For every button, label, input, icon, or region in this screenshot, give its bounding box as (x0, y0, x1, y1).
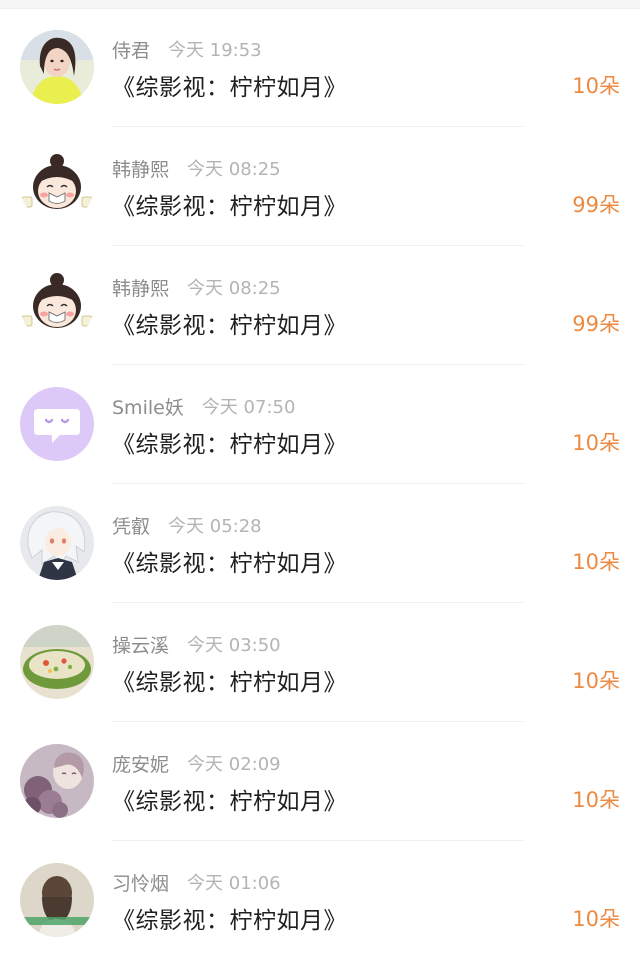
user-name[interactable]: Smile妖 (112, 393, 184, 420)
list-item[interactable]: Smile妖 今天 07:50 《综影视：柠柠如月》 10朵 (0, 365, 640, 484)
cartoon-girl-avatar-icon[interactable] (20, 149, 94, 223)
list-item[interactable]: 庞安妮 今天 02:09 《综影视：柠柠如月》 10朵 (0, 722, 640, 841)
user-name[interactable]: 韩静熙 (112, 155, 169, 182)
flower-count: 10朵 (572, 788, 620, 812)
girl-back-avatar-icon[interactable] (20, 863, 94, 937)
record-time: 今天 02:09 (187, 754, 281, 775)
flower-count: 99朵 (572, 193, 620, 217)
record-meta: 凭叡 今天 05:28 (112, 512, 262, 538)
gift-record-list: 侍君 今天 19:53 《综影视：柠柠如月》 10朵 韩静熙 今天 08:25 … (0, 8, 640, 960)
record-time: 今天 19:53 (168, 40, 262, 61)
anime-character-avatar-icon[interactable] (20, 506, 94, 580)
flower-count: 10朵 (572, 669, 620, 693)
user-name[interactable]: 庞安妮 (112, 750, 169, 777)
record-time: 今天 08:25 (187, 278, 281, 299)
food-dish-avatar-icon[interactable] (20, 625, 94, 699)
record-time: 今天 08:25 (187, 159, 281, 180)
record-time: 今天 03:50 (187, 635, 281, 656)
record-time: 今天 01:06 (187, 873, 281, 894)
list-item[interactable]: 习怜烟 今天 01:06 《综影视：柠柠如月》 10朵 (0, 841, 640, 960)
list-item[interactable]: 操云溪 今天 03:50 《综影视：柠柠如月》 10朵 (0, 603, 640, 722)
book-title[interactable]: 《综影视：柠柠如月》 (112, 187, 347, 221)
record-meta: 侍君 今天 19:53 (112, 36, 262, 62)
user-name[interactable]: 韩静熙 (112, 274, 169, 301)
list-item[interactable]: 侍君 今天 19:53 《综影视：柠柠如月》 10朵 (0, 8, 640, 127)
flowers-photo-avatar-icon[interactable] (20, 744, 94, 818)
record-meta: 庞安妮 今天 02:09 (112, 750, 281, 776)
cartoon-girl-avatar-icon[interactable] (20, 268, 94, 342)
list-item[interactable]: 韩静熙 今天 08:25 《综影视：柠柠如月》 99朵 (0, 127, 640, 246)
book-title[interactable]: 《综影视：柠柠如月》 (112, 663, 347, 697)
record-meta: 操云溪 今天 03:50 (112, 631, 281, 657)
flower-count: 10朵 (572, 74, 620, 98)
record-meta: 韩静熙 今天 08:25 (112, 274, 281, 300)
user-name[interactable]: 侍君 (112, 36, 150, 63)
record-meta: 韩静熙 今天 08:25 (112, 155, 281, 181)
list-item[interactable]: 凭叡 今天 05:28 《综影视：柠柠如月》 10朵 (0, 484, 640, 603)
flower-count: 99朵 (572, 312, 620, 336)
chat-bubble-avatar-icon[interactable] (20, 387, 94, 461)
record-time: 今天 05:28 (168, 516, 262, 537)
book-title[interactable]: 《综影视：柠柠如月》 (112, 782, 347, 816)
book-title[interactable]: 《综影视：柠柠如月》 (112, 425, 347, 459)
girl-photo-avatar-icon[interactable] (20, 30, 94, 104)
flower-count: 10朵 (572, 907, 620, 931)
record-meta: Smile妖 今天 07:50 (112, 393, 295, 419)
book-title[interactable]: 《综影视：柠柠如月》 (112, 68, 347, 102)
record-meta: 习怜烟 今天 01:06 (112, 869, 281, 895)
book-title[interactable]: 《综影视：柠柠如月》 (112, 544, 347, 578)
book-title[interactable]: 《综影视：柠柠如月》 (112, 306, 347, 340)
flower-count: 10朵 (572, 550, 620, 574)
user-name[interactable]: 凭叡 (112, 512, 150, 539)
flower-count: 10朵 (572, 431, 620, 455)
list-item[interactable]: 韩静熙 今天 08:25 《综影视：柠柠如月》 99朵 (0, 246, 640, 365)
user-name[interactable]: 操云溪 (112, 631, 169, 658)
user-name[interactable]: 习怜烟 (112, 869, 169, 896)
book-title[interactable]: 《综影视：柠柠如月》 (112, 901, 347, 935)
record-time: 今天 07:50 (201, 397, 296, 418)
